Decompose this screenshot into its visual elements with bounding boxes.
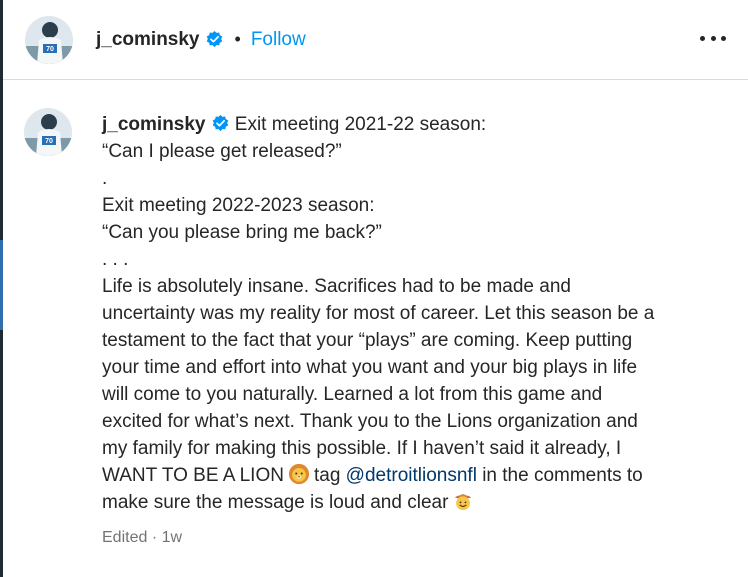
caption-line-text: WANT TO BE A LION: [102, 465, 284, 486]
caption-avatar[interactable]: 70: [24, 108, 72, 156]
caption-text: j_cominsky Exit meeting 2021-22 season: …: [102, 111, 722, 551]
verified-badge-icon: [206, 30, 222, 48]
meta-dot: ·: [151, 529, 158, 546]
post-header: 70 j_cominsky • Follow: [3, 0, 748, 80]
caption-line-text: Exit meeting 2021-22 season:: [234, 114, 487, 135]
caption-line: “Can you please bring me back?”: [102, 222, 382, 243]
follow-button[interactable]: Follow: [251, 29, 306, 51]
caption-line: will come to you naturally. Learned a lo…: [102, 384, 603, 405]
caption-last-line: make sure the message is loud and clear: [102, 489, 722, 516]
cowboy-face-emoji: [455, 494, 472, 511]
caption-line-text: in the comments to: [482, 465, 643, 486]
caption-line: Exit meeting 2022-2023 season:: [102, 195, 375, 216]
caption-line: . . .: [102, 249, 129, 270]
caption-line: .: [102, 168, 108, 189]
more-options-icon[interactable]: [700, 28, 726, 48]
svg-text:70: 70: [45, 138, 53, 145]
separator-dot: •: [234, 29, 241, 49]
username[interactable]: j_cominsky: [96, 29, 200, 51]
mention-link[interactable]: @detroitlionsnfl: [346, 465, 477, 486]
svg-text:70: 70: [46, 46, 54, 53]
verified-badge-icon: [212, 114, 228, 132]
post-age[interactable]: 1w: [162, 529, 182, 546]
caption-line-text: make sure the message is loud and clear: [102, 492, 449, 513]
caption-line: testament to the fact that your “plays” …: [102, 330, 633, 351]
avatar[interactable]: 70: [25, 15, 73, 64]
caption-line: Life is absolutely insane. Sacrifices ha…: [102, 276, 571, 297]
caption-lion-line: WANT TO BE A LION tag @detroitlionsnfl i…: [102, 462, 722, 489]
caption-line: “Can I please get released?”: [102, 141, 342, 162]
caption-line-text: tag: [313, 465, 341, 486]
background-image-edge: [0, 0, 3, 577]
post-panel: 70 j_cominsky • Follow 70 j_cominsky Exi…: [0, 0, 748, 577]
caption-meta: Edited · 1w: [102, 524, 722, 551]
lion-face-emoji: [288, 463, 310, 485]
caption-line: your time and effort into what you want …: [102, 357, 638, 378]
caption-line: uncertainty was my reality for most of c…: [102, 303, 655, 324]
caption-line: excited for what’s next. Thank you to th…: [102, 411, 638, 432]
edited-label: Edited: [102, 529, 148, 546]
caption-line: my family for making this possible. If I…: [102, 438, 622, 459]
caption-first-line: j_cominsky Exit meeting 2021-22 season:: [102, 111, 722, 138]
caption-username[interactable]: j_cominsky: [102, 114, 206, 135]
